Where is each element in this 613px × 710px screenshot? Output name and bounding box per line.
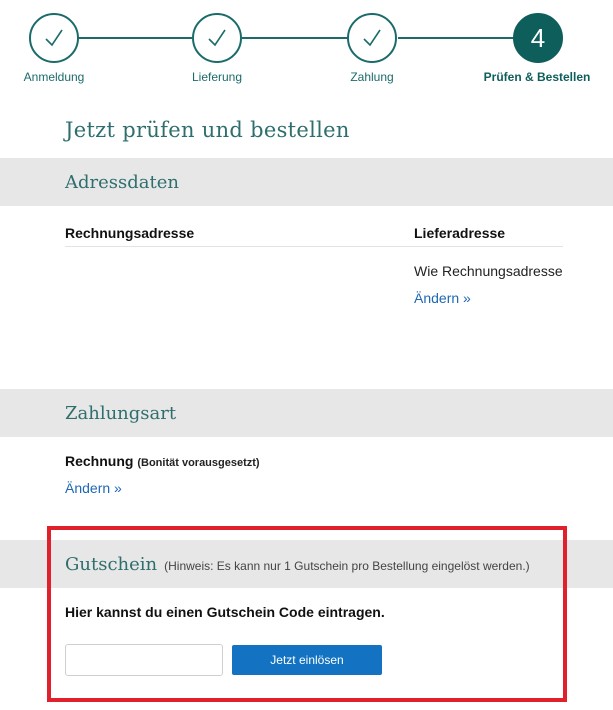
shipping-address-value: Wie Rechnungsadresse <box>414 263 563 279</box>
step-anmeldung-circle[interactable] <box>29 13 79 63</box>
step-label-pruefen: Prüfen & Bestellen <box>483 70 591 84</box>
voucher-section-header: Gutschein (Hinweis: Es kann nur 1 Gutsch… <box>0 540 613 588</box>
voucher-section-title: Gutschein <box>65 553 158 575</box>
step-label-lieferung[interactable]: Lieferung <box>192 70 242 84</box>
stepper-connector <box>398 37 514 39</box>
billing-address-heading: Rechnungsadresse <box>65 225 195 241</box>
voucher-hint: (Hinweis: Es kann nur 1 Gutschein pro Be… <box>164 558 530 573</box>
change-payment-link[interactable]: Ändern » <box>65 480 122 496</box>
address-section-title: Adressdaten <box>65 171 179 193</box>
address-section-header: Adressdaten <box>0 158 613 206</box>
shipping-address-heading: Lieferadresse <box>414 225 506 241</box>
voucher-code-input[interactable] <box>65 644 223 676</box>
payment-method-note: (Bonität vorausgesetzt) <box>137 457 260 469</box>
stepper-connector <box>242 37 348 39</box>
step-label-zahlung[interactable]: Zahlung <box>350 70 393 84</box>
address-divider <box>65 246 563 247</box>
check-icon <box>363 29 381 47</box>
stepper-connector <box>78 37 192 39</box>
voucher-prompt: Hier kannst du einen Gutschein Code eint… <box>65 604 385 620</box>
step-number: 4 <box>530 22 546 53</box>
change-address-link[interactable]: Ändern » <box>414 290 471 306</box>
checkout-stepper: 4 Anmeldung Lieferung Zahlung Prüfen & B… <box>0 0 613 100</box>
check-icon <box>208 29 226 47</box>
redeem-voucher-button[interactable]: Jetzt einlösen <box>232 645 382 675</box>
payment-section-title: Zahlungsart <box>65 402 177 424</box>
payment-section-header: Zahlungsart <box>0 389 613 437</box>
step-pruefen-circle: 4 <box>513 13 563 63</box>
payment-method-name: Rechnung <box>65 453 134 469</box>
step-label-anmeldung[interactable]: Anmeldung <box>24 70 85 84</box>
step-lieferung-circle[interactable] <box>192 13 242 63</box>
page-title: Jetzt prüfen und bestellen <box>65 118 350 142</box>
check-icon <box>45 29 63 47</box>
payment-method: Rechnung (Bonität vorausgesetzt) <box>65 453 260 469</box>
step-zahlung-circle[interactable] <box>347 13 397 63</box>
